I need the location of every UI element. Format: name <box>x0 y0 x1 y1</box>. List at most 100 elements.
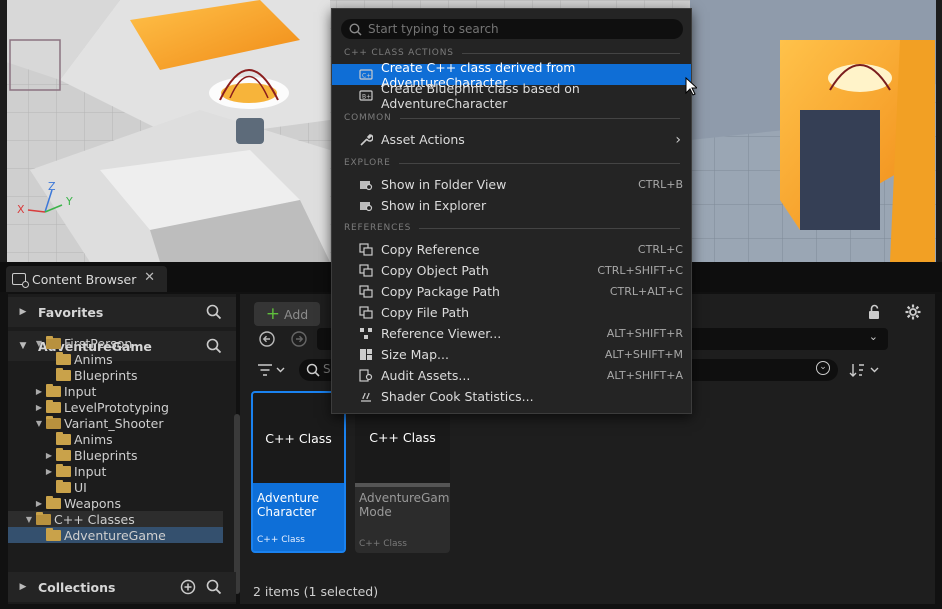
tree-item[interactable]: AdventureGame <box>8 527 223 543</box>
tree-item[interactable]: ▶ Input <box>8 463 226 479</box>
copy-icon <box>359 285 373 298</box>
tree-item-label: Blueprints <box>74 367 138 383</box>
collapse-arrow-icon[interactable]: ▼ <box>24 515 34 524</box>
add-collection-icon[interactable] <box>180 579 196 595</box>
menu-item-label: Show in Folder View <box>381 177 507 192</box>
tree-item-label: C++ Classes <box>54 511 135 527</box>
menu-item[interactable]: Audit Assets... ALT+SHIFT+A <box>332 365 691 386</box>
svg-text:B+: B+ <box>362 94 371 101</box>
menu-item[interactable]: Shader Cook Statistics... <box>332 386 691 407</box>
menu-item[interactable]: Show in Folder View CTRL+B <box>332 174 691 195</box>
folder-icon <box>46 399 61 413</box>
blueprint-class-icon: B+ <box>359 89 373 102</box>
tree-item[interactable]: Blueprints <box>8 367 226 383</box>
chevron-down-icon[interactable]: ⌄ <box>869 330 878 343</box>
back-arrow-icon[interactable] <box>259 331 275 347</box>
tree-item[interactable]: ▶ Input <box>8 383 226 399</box>
menu-item[interactable]: Copy Reference CTRL+C <box>332 239 691 260</box>
tree-item-label: UI <box>74 479 87 495</box>
tree-item[interactable]: ▼ C++ Classes <box>8 511 223 527</box>
expand-arrow-icon[interactable]: ▶ <box>8 582 38 592</box>
tree-item[interactable]: Anims <box>8 351 226 367</box>
axis-x-label: X <box>17 203 25 216</box>
folder-icon <box>36 511 51 525</box>
folder-icon <box>56 463 71 477</box>
menu-section-header: EXPLORE <box>344 157 680 169</box>
menu-item-label: Shader Cook Statistics... <box>381 389 534 404</box>
menu-section-divider <box>419 227 680 229</box>
tab-content-browser[interactable]: Content Browser ✕ <box>6 266 167 292</box>
close-tab-icon[interactable]: ✕ <box>144 270 155 285</box>
reference-viewer-icon <box>359 327 373 340</box>
tree-item[interactable]: UI <box>8 479 226 495</box>
folder-search-icon <box>359 178 373 191</box>
filter-icon[interactable] <box>257 363 287 377</box>
menu-item-label: Reference Viewer... <box>381 326 502 341</box>
path-breadcrumb-bar-end[interactable]: ⌄ <box>692 328 888 350</box>
menu-section-title: C++ CLASS ACTIONS <box>344 48 454 58</box>
viewport-left-edge <box>0 0 7 262</box>
folder-search-icon <box>359 199 373 212</box>
menu-item-label: Asset Actions <box>381 132 465 147</box>
menu-search-input[interactable] <box>368 22 668 36</box>
menu-item[interactable]: Copy File Path <box>332 302 691 323</box>
folder-icon <box>46 495 61 509</box>
menu-item[interactable]: Size Map... ALT+SHIFT+M <box>332 344 691 365</box>
menu-item[interactable]: B+ Create Blueprint class based on Advent… <box>332 81 691 111</box>
tree-item[interactable]: ▶ Weapons <box>8 495 226 511</box>
favorites-header[interactable]: ▶ Favorites <box>8 297 236 327</box>
forward-arrow-icon[interactable] <box>291 331 307 347</box>
expand-arrow-icon[interactable]: ▶ <box>44 467 54 476</box>
favorites-label: Favorites <box>38 304 104 320</box>
asset-search-input-end[interactable]: ⌄ <box>692 359 838 381</box>
lock-icon[interactable] <box>867 304 883 320</box>
expand-arrow-icon[interactable]: ▶ <box>44 451 54 460</box>
menu-section-title: COMMON <box>344 113 392 123</box>
tree-item[interactable]: ▼ FirstPerson <box>8 335 226 351</box>
folder-icon <box>46 335 61 349</box>
settings-gear-icon[interactable] <box>905 304 921 320</box>
folder-icon <box>56 351 71 365</box>
menu-section-title: EXPLORE <box>344 158 391 168</box>
menu-item-label: Copy Package Path <box>381 284 500 299</box>
menu-item[interactable]: Show in Explorer <box>332 195 691 216</box>
expand-arrow-icon[interactable]: ▶ <box>8 307 38 317</box>
search-icon <box>349 22 362 36</box>
add-button[interactable]: + Add <box>254 302 320 326</box>
path-breadcrumb-bar[interactable] <box>317 328 331 350</box>
menu-item[interactable]: Copy Package Path CTRL+ALT+C <box>332 281 691 302</box>
tree-item[interactable]: ▼ Variant_Shooter <box>8 415 226 431</box>
asset-name: Adventure Character <box>257 491 320 519</box>
search-icon[interactable] <box>206 304 222 320</box>
asset-tile-adventure-character[interactable]: C++ Class Adventure Character C++ Class <box>251 391 346 553</box>
sort-icon[interactable] <box>849 363 881 377</box>
axis-z-label: Z <box>48 180 56 193</box>
tree-item-label: Anims <box>74 351 113 367</box>
menu-item-label: Copy Reference <box>381 242 480 257</box>
menu-section-title: REFERENCES <box>344 223 412 233</box>
search-options-icon[interactable]: ⌄ <box>816 361 830 375</box>
menu-section-divider <box>461 52 680 54</box>
menu-search-box[interactable] <box>341 19 683 39</box>
tree-item[interactable]: Anims <box>8 431 226 447</box>
collapse-arrow-icon[interactable]: ▼ <box>34 339 44 348</box>
expand-arrow-icon[interactable]: ▶ <box>34 499 44 508</box>
expand-arrow-icon[interactable]: ▶ <box>34 403 44 412</box>
tree-item[interactable]: ▶ LevelPrototyping <box>8 399 226 415</box>
menu-item[interactable]: Asset Actions › <box>332 129 691 150</box>
search-icon[interactable] <box>206 579 222 595</box>
collapse-arrow-icon[interactable]: ▼ <box>34 419 44 428</box>
asset-name: AdventureGame Mode <box>359 491 450 519</box>
plus-icon: + <box>265 304 281 324</box>
menu-section-divider <box>398 162 680 164</box>
menu-item[interactable]: Reference Viewer... ALT+SHIFT+R <box>332 323 691 344</box>
asset-search-input[interactable]: S <box>299 359 332 381</box>
expand-arrow-icon[interactable]: ▶ <box>34 387 44 396</box>
collections-header[interactable]: ▶ Collections <box>8 572 236 602</box>
sources-panel: ▶ Favorites ▼ AdventureGame ▼ FirstPerson… <box>8 294 240 604</box>
copy-icon <box>359 306 373 319</box>
asset-tile-adventuregame-mode[interactable]: C++ Class AdventureGame Mode C++ Class <box>355 391 450 553</box>
menu-item[interactable]: Copy Object Path CTRL+SHIFT+C <box>332 260 691 281</box>
menu-section-header: C++ CLASS ACTIONS <box>344 47 680 59</box>
tree-item[interactable]: ▶ Blueprints <box>8 447 226 463</box>
